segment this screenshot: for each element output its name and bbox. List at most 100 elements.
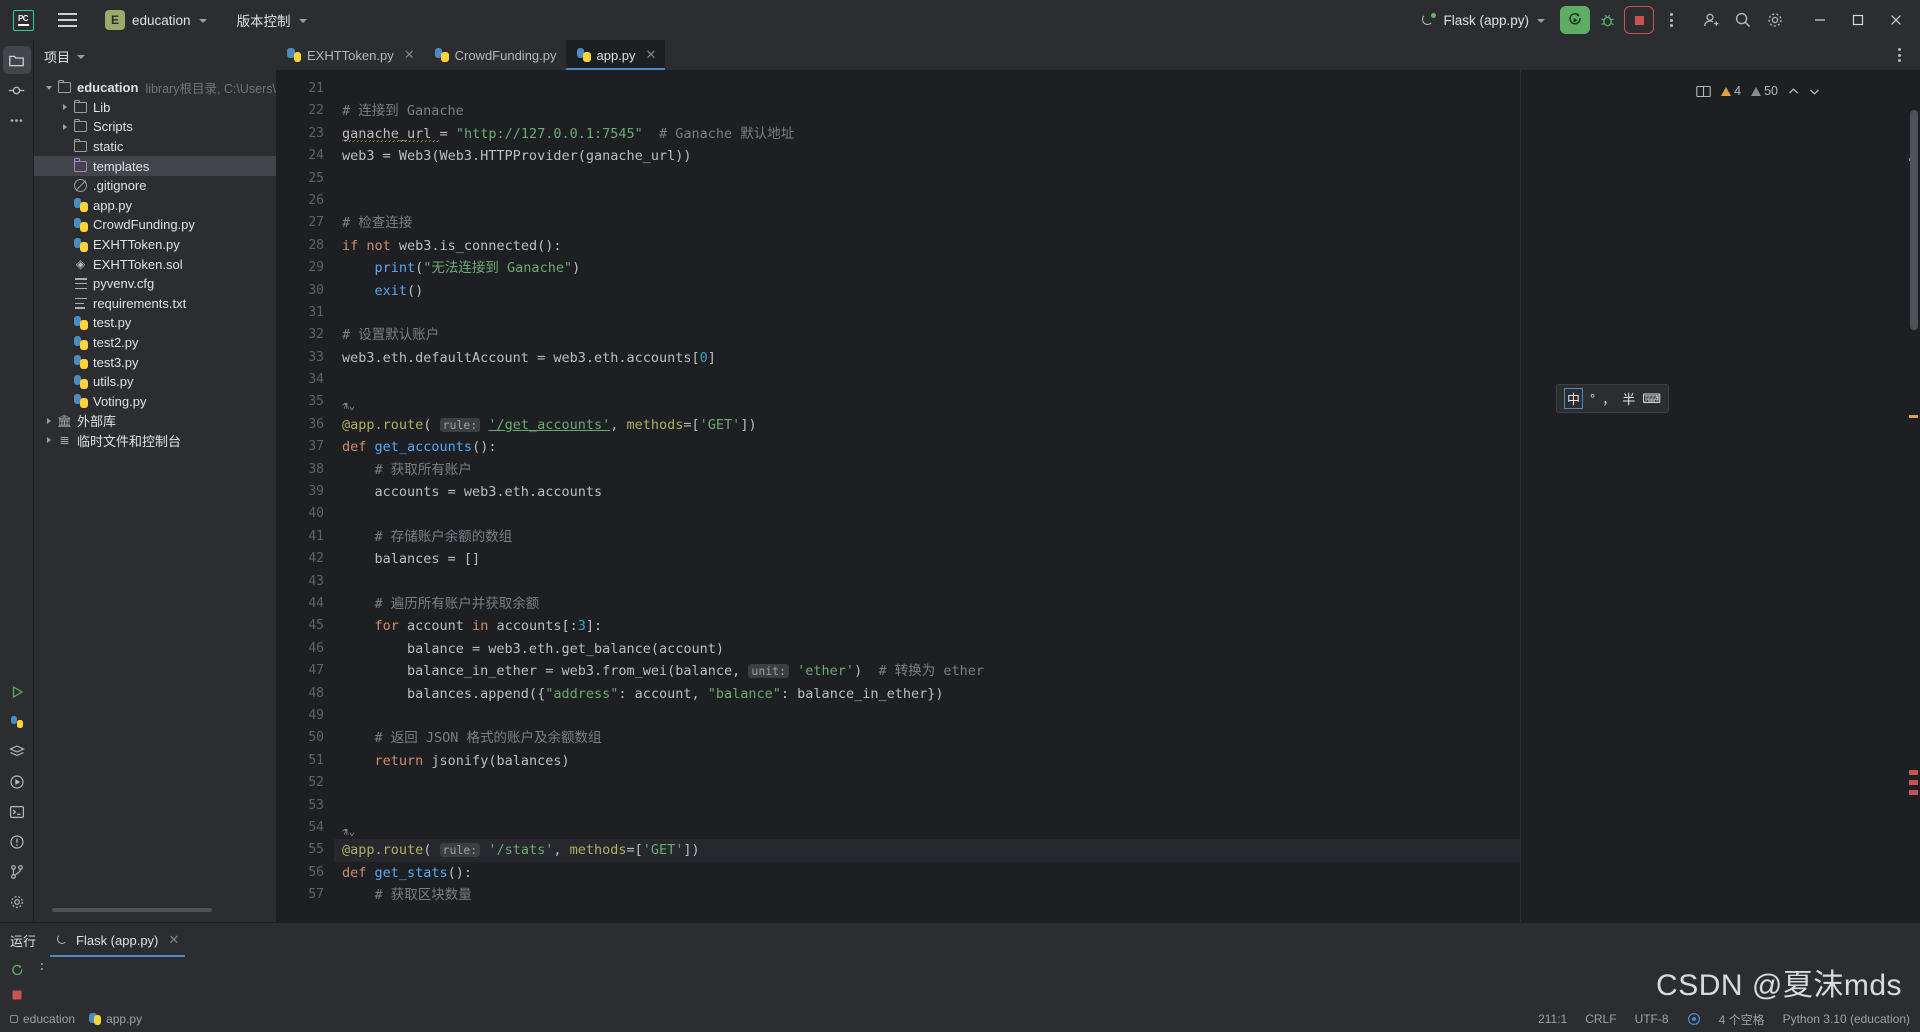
editor-tab[interactable]: app.py ✕ [565,40,666,70]
project-panel-header[interactable]: 项目 [34,40,276,72]
tree-node[interactable]: templates [34,156,276,176]
line-number[interactable]: 40 [276,503,334,525]
chevron-right-icon[interactable] [42,437,56,444]
tree-node[interactable]: utils.py [34,372,276,392]
weak-warning-count-badge[interactable]: 50 [1751,84,1778,98]
stripe-mark[interactable] [1909,790,1918,795]
run-gutter-icon[interactable]: ⚗⌄ [342,825,355,838]
line-number[interactable]: 41 [276,526,334,548]
tree-node[interactable]: education library根目录, C:\Users\jack\D [34,78,276,98]
close-icon[interactable]: ✕ [646,47,657,63]
code-line[interactable]: def get_stats(): [334,862,1520,884]
file-encoding[interactable]: UTF-8 [1635,1012,1669,1026]
line-number[interactable]: 49 [276,705,334,727]
editor-tab[interactable]: EXHTToken.py ✕ [276,40,424,70]
code-line[interactable] [334,369,1520,391]
code-line[interactable]: ganache_url = "http://127.0.0.1:7545" # … [334,123,1520,145]
code-line[interactable]: @app.route( rule: '/stats', methods=['GE… [334,839,1520,862]
ime-char-0[interactable]: 中 [1564,388,1584,409]
line-number[interactable]: 39 [276,481,334,503]
chevron-right-icon[interactable] [58,104,72,111]
indent-setting[interactable]: 4 个空格 [1719,1011,1765,1028]
code-line[interactable]: if not web3.is_connected(): [334,235,1520,257]
tree-node[interactable]: CrowdFunding.py [34,215,276,235]
line-number[interactable]: 57 [276,884,334,906]
line-number[interactable]: 37 [276,436,334,458]
chevron-right-icon[interactable] [42,417,56,424]
inspections-icon[interactable] [1687,1012,1701,1026]
line-number[interactable]: 42 [276,548,334,570]
line-number[interactable]: 54 [276,817,334,839]
tree-node[interactable]: test.py [34,313,276,333]
code-line[interactable] [334,571,1520,593]
tree-node[interactable]: pyvenv.cfg [34,274,276,294]
line-number[interactable]: 23 [276,123,334,145]
status-file-item[interactable]: app.py [89,1012,142,1026]
ime-char-2[interactable]: ， [1602,389,1615,408]
tree-node[interactable]: .gitignore [34,176,276,196]
tree-node[interactable]: test2.py [34,333,276,353]
stop-button[interactable] [6,985,28,1005]
line-number[interactable]: 44 [276,593,334,615]
next-problem-icon[interactable] [1809,87,1820,96]
sidebar-item-version-control[interactable] [3,858,31,886]
tree-node[interactable]: ≣ 临时文件和控制台 [34,431,276,451]
sidebar-item-more-tools[interactable] [3,106,31,134]
version-control-selector[interactable]: 版本控制 [229,6,315,34]
editor-tab[interactable]: CrowdFunding.py [424,40,566,70]
code-line[interactable]: # 获取区块数量 [334,884,1520,906]
reader-mode-icon[interactable] [1696,85,1711,98]
line-number[interactable]: 55 [276,839,334,861]
line-number[interactable]: 24 [276,145,334,167]
stripe-mark[interactable] [1909,770,1918,775]
sidebar-item-project[interactable] [2,46,31,74]
line-number[interactable]: 30 [276,280,334,302]
sidebar-item-python-console[interactable] [3,738,31,766]
code-line[interactable]: balance_in_ether = web3.from_wei(balance… [334,660,1520,682]
line-number[interactable]: 53 [276,795,334,817]
project-selector[interactable]: E education [100,6,215,34]
chevron-right-icon[interactable] [58,123,72,130]
code-line[interactable]: @app.route( rule: '/get_accounts', metho… [334,414,1520,436]
code-line[interactable] [334,772,1520,794]
maximize-button[interactable] [1840,5,1876,35]
run-configuration-selector[interactable]: Flask (app.py) [1412,6,1554,34]
code-line[interactable]: # 遍历所有账户并获取余额 [334,593,1520,615]
code-line[interactable] [334,705,1520,727]
code-line[interactable] [334,302,1520,324]
code-line[interactable]: accounts = web3.eth.accounts [334,481,1520,503]
project-file-tree[interactable]: education library根目录, C:\Users\jack\D Lib S… [34,72,276,922]
code-line[interactable]: # 连接到 Ganache [334,100,1520,122]
line-number[interactable]: 38 [276,459,334,481]
tree-node[interactable]: Voting.py [34,392,276,412]
line-number[interactable]: 46 [276,638,334,660]
ime-keyboard-icon[interactable]: ⌨ [1642,391,1661,407]
tree-node[interactable]: app.py [34,196,276,216]
line-number[interactable]: 31 [276,302,334,324]
code-line[interactable] [334,168,1520,190]
code-line[interactable]: # 存储账户余额的数组 [334,526,1520,548]
line-separator[interactable]: CRLF [1585,1012,1616,1026]
sidebar-item-terminal[interactable] [3,798,31,826]
more-actions-button[interactable] [1656,5,1686,35]
code-line[interactable] [334,190,1520,212]
run-session-tab[interactable]: Flask (app.py) ✕ [50,927,186,957]
code-line[interactable]: # 设置默认账户 [334,324,1520,346]
tree-node[interactable]: Scripts [34,117,276,137]
line-number[interactable]: 32 [276,324,334,346]
line-number[interactable]: 51 [276,750,334,772]
line-number[interactable]: 29 [276,257,334,279]
sidebar-item-problems[interactable] [3,828,31,856]
line-number[interactable]: 52 [276,772,334,794]
code-line[interactable]: web3 = Web3(Web3.HTTPProvider(ganache_ur… [334,145,1520,167]
status-project-item[interactable]: education [10,1012,75,1026]
code-line[interactable]: exit() [334,280,1520,302]
code-line[interactable]: balance = web3.eth.get_balance(account) [334,638,1520,660]
stop-button[interactable] [1624,5,1654,35]
editor-vertical-scrollbar[interactable] [1910,110,1918,330]
sidebar-item-python-packages[interactable] [3,708,31,736]
code-line[interactable]: for account in accounts[:3]: [334,615,1520,637]
line-number[interactable]: 25 [276,168,334,190]
run-gutter-icon[interactable]: ⚗⌄ [342,399,355,412]
ime-char-1[interactable]: ° [1590,391,1595,406]
